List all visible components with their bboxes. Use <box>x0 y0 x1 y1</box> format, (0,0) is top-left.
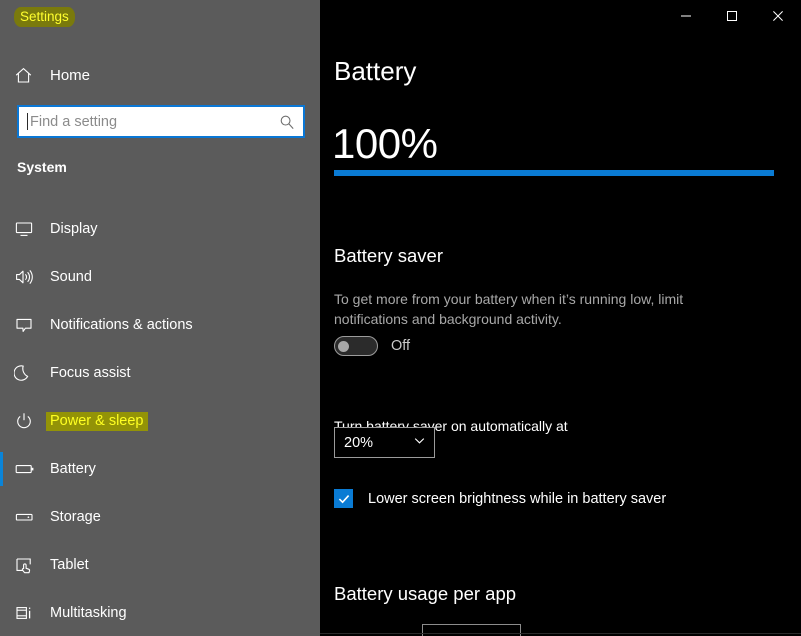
chevron-down-icon <box>413 434 426 452</box>
sidebar-item-partial-next[interactable] <box>14 628 18 636</box>
minimize-button[interactable] <box>663 0 709 32</box>
lower-brightness-label: Lower screen brightness while in battery… <box>368 490 667 507</box>
battery-saver-toggle-row: Off <box>334 336 410 356</box>
sidebar-item-notifications-label: Notifications & actions <box>50 317 193 333</box>
battery-usage-filter-dropdown[interactable] <box>422 624 521 636</box>
sidebar-item-sound[interactable]: Sound <box>0 253 320 301</box>
page-title: Battery <box>334 56 417 86</box>
sidebar: Settings Home Find a setting System Disp… <box>0 0 320 636</box>
window-controls <box>663 0 801 32</box>
monitor-icon <box>14 219 48 239</box>
lower-brightness-checkbox[interactable] <box>334 489 353 508</box>
battery-saver-toggle[interactable] <box>334 336 378 356</box>
sidebar-item-storage[interactable]: Storage <box>0 493 320 541</box>
text-caret <box>27 113 28 130</box>
speaker-icon <box>14 267 48 287</box>
battery-usage-heading: Battery usage per app <box>334 583 517 604</box>
settings-window: Settings Home Find a setting System Disp… <box>0 0 801 636</box>
search-placeholder: Find a setting <box>30 113 118 130</box>
sidebar-item-storage-label: Storage <box>50 509 101 525</box>
maximize-button[interactable] <box>709 0 755 32</box>
battery-saver-heading: Battery saver <box>334 245 443 266</box>
multitasking-icon <box>14 603 48 623</box>
sidebar-item-focus-assist[interactable]: Focus assist <box>0 349 320 397</box>
chat-bubble-icon <box>14 315 48 335</box>
sidebar-item-focus-assist-label: Focus assist <box>50 365 131 381</box>
auto-threshold-value: 20% <box>344 434 374 451</box>
battery-icon <box>14 459 48 479</box>
sidebar-item-sound-label: Sound <box>50 269 92 285</box>
tablet-touch-icon <box>14 555 48 575</box>
home-icon <box>14 66 48 85</box>
close-button[interactable] <box>755 0 801 32</box>
battery-saver-toggle-state: Off <box>391 338 411 354</box>
sidebar-item-power-and-sleep[interactable]: Power & sleep <box>0 397 320 445</box>
app-title: Settings <box>14 5 75 29</box>
sidebar-item-display[interactable]: Display <box>0 205 320 253</box>
battery-progress-fill <box>334 170 774 176</box>
moon-icon <box>14 363 48 383</box>
sidebar-item-battery-label: Battery <box>50 461 96 477</box>
sidebar-item-tablet-label: Tablet <box>50 557 89 573</box>
sidebar-nav: Display Sound Notifications & actions Fo… <box>0 205 320 636</box>
sidebar-item-home-label: Home <box>50 66 91 84</box>
sidebar-item-home[interactable]: Home <box>0 58 320 92</box>
auto-threshold-dropdown[interactable]: 20% <box>334 427 435 458</box>
sidebar-group-title: System <box>17 159 67 175</box>
content-divider <box>320 633 801 634</box>
sidebar-item-notifications[interactable]: Notifications & actions <box>0 301 320 349</box>
search-icon[interactable] <box>279 114 295 130</box>
lower-brightness-row[interactable]: Lower screen brightness while in battery… <box>334 489 666 508</box>
battery-saver-description: To get more from your battery when it’s … <box>334 291 684 328</box>
sidebar-item-battery[interactable]: Battery <box>0 445 320 493</box>
storage-icon <box>14 507 48 527</box>
app-title-label: Settings <box>14 6 75 28</box>
main-content: Battery 100% Battery saver To get more f… <box>320 0 801 636</box>
toggle-knob <box>338 340 349 352</box>
battery-progress-track <box>334 170 774 176</box>
battery-percent: 100% <box>332 120 438 167</box>
sidebar-item-display-label: Display <box>50 221 98 237</box>
sidebar-item-multitasking[interactable]: Multitasking <box>0 589 320 636</box>
sidebar-item-multitasking-label: Multitasking <box>50 605 127 621</box>
sidebar-item-tablet[interactable]: Tablet <box>0 541 320 589</box>
power-icon <box>14 411 48 431</box>
search-input[interactable]: Find a setting <box>17 105 305 138</box>
selection-indicator <box>0 452 3 486</box>
sidebar-item-power-and-sleep-label: Power & sleep <box>46 411 148 431</box>
